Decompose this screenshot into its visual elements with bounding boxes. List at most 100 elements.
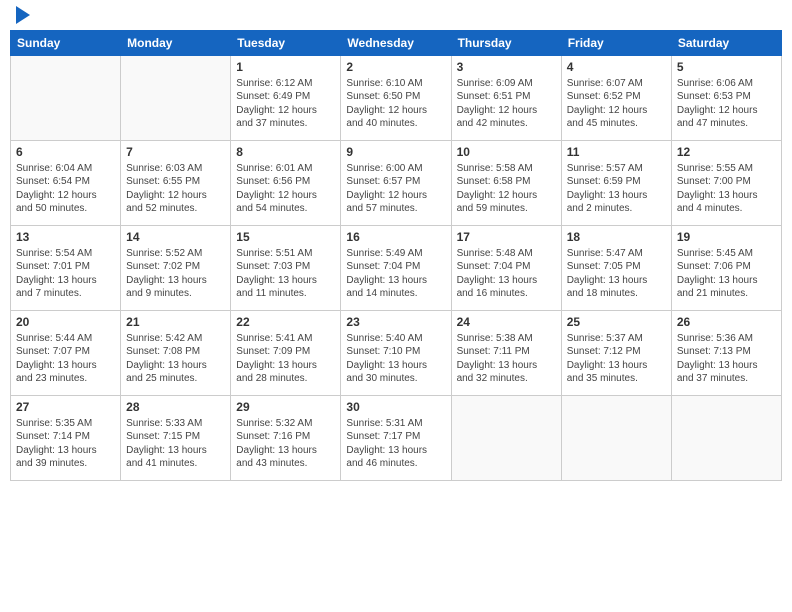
day-number: 21: [126, 314, 225, 331]
calendar-cell: 11Sunrise: 5:57 AMSunset: 6:59 PMDayligh…: [561, 141, 671, 226]
calendar-cell: 17Sunrise: 5:48 AMSunset: 7:04 PMDayligh…: [451, 226, 561, 311]
day-info: Sunrise: 5:41 AMSunset: 7:09 PMDaylight:…: [236, 332, 335, 386]
day-info: Sunrise: 5:42 AMSunset: 7:08 PMDaylight:…: [126, 332, 225, 386]
calendar-cell: 6Sunrise: 6:04 AMSunset: 6:54 PMDaylight…: [11, 141, 121, 226]
day-info: Sunrise: 6:04 AMSunset: 6:54 PMDaylight:…: [16, 162, 115, 216]
calendar-week-1: 1Sunrise: 6:12 AMSunset: 6:49 PMDaylight…: [11, 56, 782, 141]
calendar-week-3: 13Sunrise: 5:54 AMSunset: 7:01 PMDayligh…: [11, 226, 782, 311]
day-info: Sunrise: 5:48 AMSunset: 7:04 PMDaylight:…: [457, 247, 556, 301]
day-number: 18: [567, 229, 666, 246]
day-number: 15: [236, 229, 335, 246]
calendar-cell: 3Sunrise: 6:09 AMSunset: 6:51 PMDaylight…: [451, 56, 561, 141]
day-number: 30: [346, 399, 445, 416]
day-info: Sunrise: 6:12 AMSunset: 6:49 PMDaylight:…: [236, 77, 335, 131]
day-info: Sunrise: 6:00 AMSunset: 6:57 PMDaylight:…: [346, 162, 445, 216]
day-info: Sunrise: 5:37 AMSunset: 7:12 PMDaylight:…: [567, 332, 666, 386]
calendar-cell: [451, 396, 561, 481]
calendar-cell: 5Sunrise: 6:06 AMSunset: 6:53 PMDaylight…: [671, 56, 781, 141]
calendar-cell: [671, 396, 781, 481]
day-info: Sunrise: 5:55 AMSunset: 7:00 PMDaylight:…: [677, 162, 776, 216]
calendar-cell: 19Sunrise: 5:45 AMSunset: 7:06 PMDayligh…: [671, 226, 781, 311]
day-info: Sunrise: 5:44 AMSunset: 7:07 PMDaylight:…: [16, 332, 115, 386]
day-number: 23: [346, 314, 445, 331]
day-number: 16: [346, 229, 445, 246]
day-info: Sunrise: 6:09 AMSunset: 6:51 PMDaylight:…: [457, 77, 556, 131]
weekday-header-tuesday: Tuesday: [231, 31, 341, 56]
day-info: Sunrise: 5:40 AMSunset: 7:10 PMDaylight:…: [346, 332, 445, 386]
day-number: 6: [16, 144, 115, 161]
calendar-cell: 8Sunrise: 6:01 AMSunset: 6:56 PMDaylight…: [231, 141, 341, 226]
calendar-cell: 26Sunrise: 5:36 AMSunset: 7:13 PMDayligh…: [671, 311, 781, 396]
day-number: 7: [126, 144, 225, 161]
weekday-header-saturday: Saturday: [671, 31, 781, 56]
calendar-cell: 27Sunrise: 5:35 AMSunset: 7:14 PMDayligh…: [11, 396, 121, 481]
calendar-cell: 24Sunrise: 5:38 AMSunset: 7:11 PMDayligh…: [451, 311, 561, 396]
day-number: 10: [457, 144, 556, 161]
day-info: Sunrise: 6:06 AMSunset: 6:53 PMDaylight:…: [677, 77, 776, 131]
day-info: Sunrise: 5:33 AMSunset: 7:15 PMDaylight:…: [126, 417, 225, 471]
day-info: Sunrise: 5:38 AMSunset: 7:11 PMDaylight:…: [457, 332, 556, 386]
calendar-cell: [561, 396, 671, 481]
calendar-cell: 4Sunrise: 6:07 AMSunset: 6:52 PMDaylight…: [561, 56, 671, 141]
day-number: 20: [16, 314, 115, 331]
weekday-header-monday: Monday: [121, 31, 231, 56]
day-info: Sunrise: 6:03 AMSunset: 6:55 PMDaylight:…: [126, 162, 225, 216]
calendar-cell: 21Sunrise: 5:42 AMSunset: 7:08 PMDayligh…: [121, 311, 231, 396]
calendar-cell: [11, 56, 121, 141]
calendar-cell: 1Sunrise: 6:12 AMSunset: 6:49 PMDaylight…: [231, 56, 341, 141]
weekday-header-row: SundayMondayTuesdayWednesdayThursdayFrid…: [11, 31, 782, 56]
weekday-header-wednesday: Wednesday: [341, 31, 451, 56]
day-number: 19: [677, 229, 776, 246]
calendar-cell: 13Sunrise: 5:54 AMSunset: 7:01 PMDayligh…: [11, 226, 121, 311]
calendar-cell: 12Sunrise: 5:55 AMSunset: 7:00 PMDayligh…: [671, 141, 781, 226]
day-info: Sunrise: 5:51 AMSunset: 7:03 PMDaylight:…: [236, 247, 335, 301]
day-info: Sunrise: 5:47 AMSunset: 7:05 PMDaylight:…: [567, 247, 666, 301]
day-number: 2: [346, 59, 445, 76]
day-number: 4: [567, 59, 666, 76]
day-info: Sunrise: 5:52 AMSunset: 7:02 PMDaylight:…: [126, 247, 225, 301]
calendar-cell: 23Sunrise: 5:40 AMSunset: 7:10 PMDayligh…: [341, 311, 451, 396]
day-number: 1: [236, 59, 335, 76]
logo: [14, 10, 30, 24]
calendar-cell: [121, 56, 231, 141]
day-info: Sunrise: 5:49 AMSunset: 7:04 PMDaylight:…: [346, 247, 445, 301]
day-info: Sunrise: 5:58 AMSunset: 6:58 PMDaylight:…: [457, 162, 556, 216]
calendar-cell: 15Sunrise: 5:51 AMSunset: 7:03 PMDayligh…: [231, 226, 341, 311]
calendar-cell: 2Sunrise: 6:10 AMSunset: 6:50 PMDaylight…: [341, 56, 451, 141]
day-info: Sunrise: 5:45 AMSunset: 7:06 PMDaylight:…: [677, 247, 776, 301]
calendar-cell: 30Sunrise: 5:31 AMSunset: 7:17 PMDayligh…: [341, 396, 451, 481]
day-number: 12: [677, 144, 776, 161]
day-info: Sunrise: 5:54 AMSunset: 7:01 PMDaylight:…: [16, 247, 115, 301]
day-number: 3: [457, 59, 556, 76]
day-number: 17: [457, 229, 556, 246]
calendar-week-5: 27Sunrise: 5:35 AMSunset: 7:14 PMDayligh…: [11, 396, 782, 481]
day-info: Sunrise: 6:10 AMSunset: 6:50 PMDaylight:…: [346, 77, 445, 131]
day-number: 25: [567, 314, 666, 331]
calendar-week-4: 20Sunrise: 5:44 AMSunset: 7:07 PMDayligh…: [11, 311, 782, 396]
page-header: [10, 10, 782, 24]
day-number: 26: [677, 314, 776, 331]
calendar-cell: 25Sunrise: 5:37 AMSunset: 7:12 PMDayligh…: [561, 311, 671, 396]
day-number: 5: [677, 59, 776, 76]
calendar-cell: 22Sunrise: 5:41 AMSunset: 7:09 PMDayligh…: [231, 311, 341, 396]
day-number: 27: [16, 399, 115, 416]
day-number: 29: [236, 399, 335, 416]
calendar-cell: 29Sunrise: 5:32 AMSunset: 7:16 PMDayligh…: [231, 396, 341, 481]
day-info: Sunrise: 5:35 AMSunset: 7:14 PMDaylight:…: [16, 417, 115, 471]
day-number: 11: [567, 144, 666, 161]
day-number: 13: [16, 229, 115, 246]
day-info: Sunrise: 6:01 AMSunset: 6:56 PMDaylight:…: [236, 162, 335, 216]
logo-arrow-icon: [16, 6, 30, 24]
calendar-cell: 20Sunrise: 5:44 AMSunset: 7:07 PMDayligh…: [11, 311, 121, 396]
day-number: 8: [236, 144, 335, 161]
weekday-header-friday: Friday: [561, 31, 671, 56]
day-number: 14: [126, 229, 225, 246]
calendar-cell: 10Sunrise: 5:58 AMSunset: 6:58 PMDayligh…: [451, 141, 561, 226]
calendar-week-2: 6Sunrise: 6:04 AMSunset: 6:54 PMDaylight…: [11, 141, 782, 226]
day-info: Sunrise: 5:36 AMSunset: 7:13 PMDaylight:…: [677, 332, 776, 386]
calendar-cell: 28Sunrise: 5:33 AMSunset: 7:15 PMDayligh…: [121, 396, 231, 481]
calendar-cell: 14Sunrise: 5:52 AMSunset: 7:02 PMDayligh…: [121, 226, 231, 311]
day-number: 28: [126, 399, 225, 416]
day-info: Sunrise: 5:31 AMSunset: 7:17 PMDaylight:…: [346, 417, 445, 471]
day-info: Sunrise: 6:07 AMSunset: 6:52 PMDaylight:…: [567, 77, 666, 131]
